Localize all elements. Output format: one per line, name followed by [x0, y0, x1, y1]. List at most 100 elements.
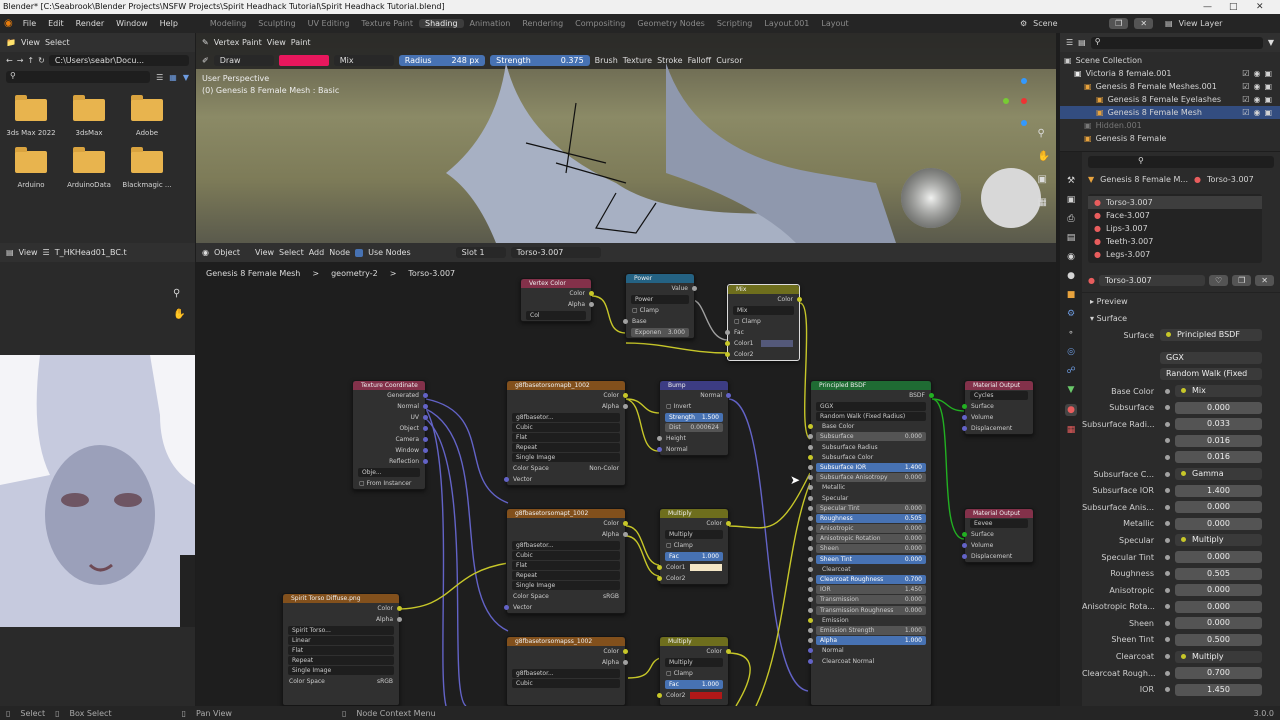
socket-link-icon[interactable] [1165, 620, 1170, 626]
checkbox-icon[interactable]: ☑ [1242, 80, 1249, 93]
socket-link-icon[interactable] [1165, 421, 1170, 427]
node-image-texture-1[interactable]: g8fbasetorsomapb_1002 Color Alpha g8fbas… [504, 380, 628, 486]
fb-select-menu[interactable]: Select [45, 38, 70, 47]
image-selector[interactable]: g8fbasetor... [512, 541, 620, 550]
bsdf-input-row[interactable]: Anisotropic Rotation 0.000 [808, 534, 926, 544]
socket-in[interactable] [962, 543, 967, 548]
tab-rendering[interactable]: Rendering [516, 19, 569, 28]
tab-modeling[interactable]: Modeling [204, 19, 252, 28]
subsurface-method-selector[interactable]: Random Walk (Fixed Radius) [816, 412, 926, 421]
folder-item[interactable]: Blackmagic ... [118, 147, 176, 189]
socket-out[interactable] [589, 302, 594, 307]
socket-out[interactable] [589, 291, 594, 296]
filter-icon[interactable]: ▼ [1268, 38, 1274, 47]
socket-in[interactable] [808, 556, 813, 562]
prop-value-field[interactable]: 0.000 [1175, 551, 1262, 564]
bsdf-input-row[interactable]: IOR 1.450 [808, 585, 926, 595]
socket-in[interactable] [808, 607, 813, 613]
tool-tab-icon[interactable]: ⚒ [1067, 176, 1075, 186]
maximize-icon[interactable]: □ [1229, 0, 1238, 14]
bsdf-input-row[interactable]: Metallic [808, 483, 926, 492]
tab-texture-paint[interactable]: Texture Paint [355, 19, 419, 28]
socket-in[interactable] [962, 532, 967, 537]
prop-value-field[interactable]: 0.000 [1175, 617, 1262, 630]
tab-scripting[interactable]: Scripting [711, 19, 759, 28]
socket-in[interactable] [808, 495, 813, 501]
prop-value-field[interactable]: 0.000 [1175, 584, 1262, 597]
material-slot[interactable]: ● Lips-3.007 [1088, 222, 1262, 235]
bsdf-input-row[interactable]: Subsurface 0.000 [808, 432, 926, 442]
material-slot[interactable]: ● Face-3.007 [1088, 209, 1262, 222]
visibility-eye-icon[interactable]: ◉ [1253, 93, 1260, 106]
prop-value-field[interactable]: Mix [1175, 385, 1262, 398]
prop-value-field[interactable]: 0.000 [1175, 501, 1262, 514]
bsdf-input-row[interactable]: Subsurface Anisotropy 0.000 [808, 473, 926, 483]
clamp-checkbox[interactable]: ▢ [666, 542, 672, 549]
folder-item[interactable]: 3dsMax [60, 95, 118, 137]
tab-animation[interactable]: Animation [464, 19, 517, 28]
projection-selector[interactable]: Flat [288, 646, 394, 655]
socket-link-icon[interactable] [1165, 471, 1170, 477]
outliner-search-input[interactable]: ⚲ [1090, 36, 1263, 49]
socket-link-icon[interactable] [1165, 488, 1170, 494]
image-editor-icon[interactable]: ▤ [6, 248, 14, 257]
socket-link-icon[interactable] [1165, 571, 1170, 577]
menu-help[interactable]: Help [154, 19, 184, 28]
camera-icon[interactable]: ▣ [1038, 174, 1050, 185]
prop-value-field[interactable]: 0.000 [1175, 517, 1262, 530]
socket-in[interactable] [808, 444, 813, 450]
prop-value-field[interactable]: 0.033 [1175, 418, 1262, 431]
preview-section[interactable]: ▸ Preview [1082, 292, 1280, 310]
material-slot[interactable]: ● Legs-3.007 [1088, 248, 1262, 261]
socket-link-icon[interactable] [1165, 654, 1170, 660]
render-camera-icon[interactable]: ▣ [1264, 67, 1272, 80]
target-selector[interactable]: Eevee [970, 519, 1028, 528]
render-tab-icon[interactable]: ▣ [1067, 195, 1076, 205]
interpolation-selector[interactable]: Linear [288, 636, 394, 645]
fb-path-field[interactable]: C:\Users\seabr\Docu... [48, 55, 189, 66]
socket-in[interactable] [808, 464, 813, 470]
unlink-material-button[interactable]: ✕ [1255, 275, 1274, 286]
scene-tab-icon[interactable]: ◉ [1067, 252, 1075, 262]
socket-link-icon[interactable] [1165, 405, 1170, 411]
output-tab-icon[interactable]: ⎙ [1067, 214, 1074, 224]
material-slot[interactable]: ● Teeth-3.007 [1088, 235, 1262, 248]
socket-link-icon[interactable] [1165, 554, 1170, 560]
image-selector[interactable]: g8fbasetor... [512, 669, 620, 678]
socket-out[interactable] [423, 437, 428, 442]
socket-out[interactable] [423, 393, 428, 398]
socket-in[interactable] [962, 426, 967, 431]
bsdf-input-row[interactable]: Anisotropic 0.000 [808, 524, 926, 534]
socket-link-icon[interactable] [1165, 504, 1170, 510]
socket-link-icon[interactable] [1165, 637, 1170, 643]
display-mode-icon[interactable]: ▤ [1078, 38, 1086, 47]
prop-value-field[interactable]: Multiply [1175, 534, 1262, 547]
fake-user-button[interactable]: ♡ [1208, 275, 1229, 286]
invert-checkbox[interactable]: ▢ [666, 403, 672, 410]
socket-in[interactable] [808, 485, 813, 491]
prop-value-field[interactable]: 0.016 [1175, 434, 1262, 447]
socket-in[interactable] [808, 577, 813, 582]
data-tab-icon[interactable]: ▼ [1068, 385, 1075, 395]
socket-in[interactable] [808, 638, 813, 644]
scene-selector[interactable]: Scene [1033, 19, 1103, 28]
grid-icon[interactable]: ▦ [1038, 197, 1050, 208]
bsdf-input-row[interactable]: Roughness 0.505 [808, 513, 926, 523]
list-view-icon[interactable]: ☰ [156, 73, 163, 82]
socket-link-icon[interactable] [1165, 687, 1170, 693]
view-layer-selector[interactable]: View Layer [1179, 19, 1249, 28]
target-selector[interactable]: Cycles [970, 391, 1028, 400]
bsdf-input-row[interactable]: Clearcoat Normal [808, 657, 926, 666]
interpolation-selector[interactable]: Cubic [512, 679, 620, 688]
prop-value-field[interactable]: 0.000 [1175, 600, 1262, 613]
viewport-3d[interactable]: ✎ Vertex Paint View Paint ✐ Draw Mix Rad… [196, 33, 1056, 243]
properties-search-input[interactable]: ⚲ [1088, 155, 1274, 168]
bsdf-input-row[interactable]: Emission Strength 1.000 [808, 625, 926, 635]
folder-item[interactable]: Adobe [118, 95, 176, 137]
prop-value-field[interactable]: Multiply [1175, 650, 1262, 663]
node-material-output-cycles[interactable]: Material Output Cycles Surface Volume Disp… [962, 380, 1034, 435]
shader-node-editor[interactable]: ◉ Object View Select Add Node Use Nodes … [196, 243, 1056, 706]
node-mix[interactable]: Mix Color Mix ▢ Clamp Fac Color1 Color2 [725, 284, 802, 361]
scene-copy-button[interactable]: ❐ [1109, 18, 1129, 29]
parent-dir-icon[interactable]: ↑ [27, 56, 34, 65]
